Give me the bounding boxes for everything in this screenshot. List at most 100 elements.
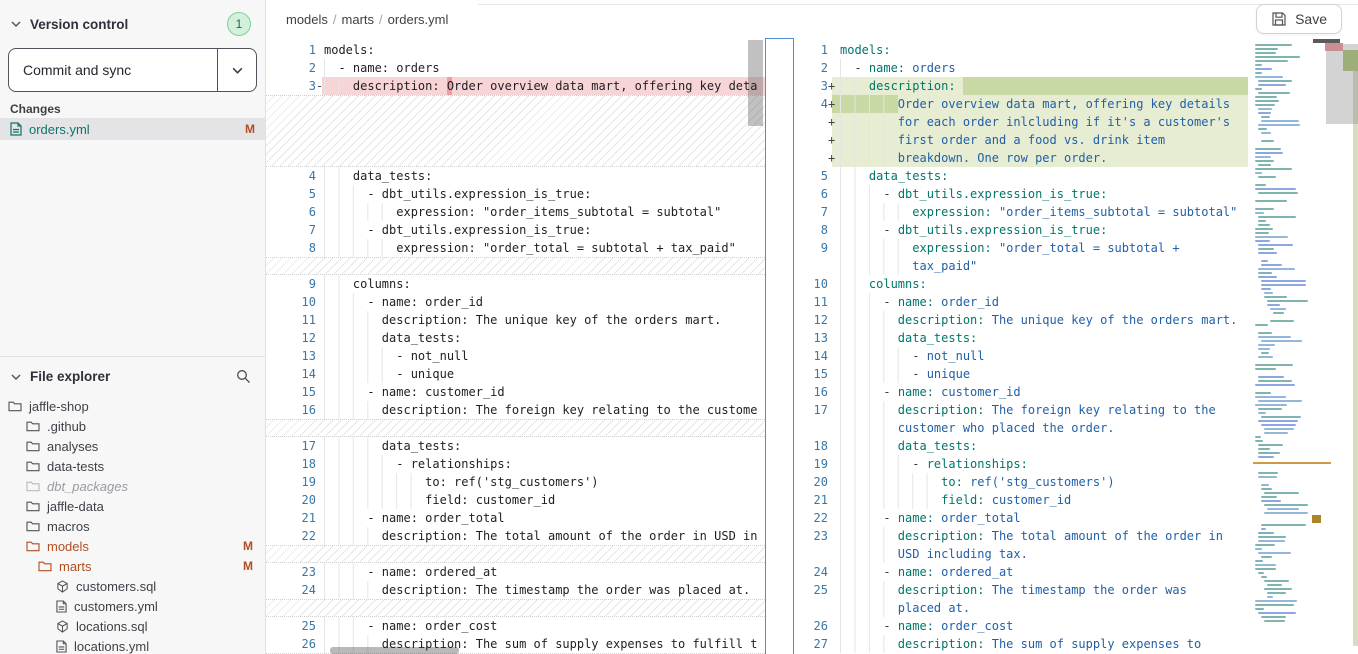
minimap[interactable] (1253, 44, 1353, 644)
line-number-gutter: 20 (266, 491, 324, 509)
code-line[interactable]: 16 description: The foreign key relating… (266, 401, 765, 419)
code-line[interactable]: 11 description: The unique key of the or… (266, 311, 765, 329)
commit-and-sync-button[interactable]: Commit and sync (8, 48, 257, 92)
save-button-label: Save (1295, 11, 1327, 27)
save-button[interactable]: Save (1256, 4, 1342, 34)
line-number-gutter: 27 (795, 635, 837, 653)
line-number-gutter: 2 (266, 59, 324, 77)
code-line[interactable]: 23 - name: ordered_at (266, 563, 765, 581)
code-line[interactable]: 7 - dbt_utils.expression_is_true: (266, 221, 765, 239)
tree-item--github[interactable]: .github (0, 416, 265, 436)
code-line[interactable]: 21 - name: order_total (266, 509, 765, 527)
line-number-gutter: 12 (795, 311, 837, 329)
line-number-gutter: 17 (266, 437, 324, 455)
tree-item-analyses[interactable]: analyses (0, 436, 265, 456)
line-number-gutter: 5 (795, 167, 837, 185)
tree-item-macros[interactable]: macros (0, 516, 265, 536)
folder-icon (26, 420, 40, 432)
code-line[interactable]: 12 data_tests: (266, 329, 765, 347)
tree-item-label: macros (47, 519, 90, 534)
tree-item-label: models (47, 539, 89, 554)
code-line[interactable]: 10 - name: order_id (266, 293, 765, 311)
tree-item-locations-yml[interactable]: locations.yml (0, 636, 265, 654)
code-line[interactable]: 17 data_tests: (266, 437, 765, 455)
code-line[interactable]: 5 - dbt_utils.expression_is_true: (266, 185, 765, 203)
chevron-down-icon[interactable] (10, 18, 22, 30)
chevron-down-icon[interactable] (10, 371, 22, 383)
tree-item-label: dbt_packages (47, 479, 128, 494)
file-explorer: File explorer jaffle-shop.githubanalyses… (0, 356, 265, 654)
line-number-gutter: 19 (795, 455, 837, 473)
diff-sash[interactable] (765, 38, 794, 654)
code-line[interactable]: 4 data_tests: (266, 167, 765, 185)
line-number-gutter: 26 (795, 617, 837, 635)
changed-file-row[interactable]: orders.yml M (0, 118, 265, 140)
code-line[interactable]: 20 field: customer_id (266, 491, 765, 509)
code-line[interactable]: 26 description: The sum of supply expens… (266, 635, 765, 653)
code-line[interactable]: 8 expression: "order_total = subtotal + … (266, 239, 765, 257)
line-number-gutter: 9 (266, 275, 324, 293)
search-icon[interactable] (236, 369, 251, 384)
line-number-gutter (795, 599, 837, 617)
minimap-scroll-thumb[interactable] (1313, 39, 1340, 43)
line-number-gutter: 25 (266, 617, 324, 635)
save-floppy-icon (1271, 11, 1287, 27)
diff-spacer (266, 95, 765, 167)
line-number-gutter: 12 (266, 329, 324, 347)
code-line[interactable]: 19 to: ref('stg_customers') (266, 473, 765, 491)
tree-item-locations-sql[interactable]: locations.sql (0, 616, 265, 636)
sidebar: Version control 1 Commit and sync Change… (0, 0, 266, 654)
line-number-gutter: 18 (795, 437, 837, 455)
tree-item-data-tests[interactable]: data-tests (0, 456, 265, 476)
tree-item-jaffle-data[interactable]: jaffle-data (0, 496, 265, 516)
line-number-gutter: 1 (266, 41, 324, 59)
editor-topbar: models/marts/orders.yml Save (266, 0, 1358, 38)
tree-item-marts[interactable]: martsM (0, 556, 265, 576)
breadcrumb-item[interactable]: models (286, 12, 328, 27)
tree-item-customers-sql[interactable]: customers.sql (0, 576, 265, 596)
line-number-gutter: + (795, 113, 837, 131)
tree-item-models[interactable]: modelsM (0, 536, 265, 556)
folder-icon (26, 480, 40, 492)
tree-item-customers-yml[interactable]: customers.yml (0, 596, 265, 616)
file-icon (10, 122, 22, 136)
line-number-gutter: 15 (266, 383, 324, 401)
diff-spacer (266, 599, 765, 617)
code-line[interactable]: 6 expression: "order_items_subtotal = su… (266, 203, 765, 221)
code-line[interactable]: 25 - name: order_cost (266, 617, 765, 635)
code-line[interactable]: 24 description: The timestamp the order … (266, 581, 765, 599)
line-number-gutter: + (795, 131, 837, 149)
line-number-gutter: 8 (266, 239, 324, 257)
line-number-gutter: 8 (795, 221, 837, 239)
chevron-down-icon[interactable] (218, 49, 256, 91)
code-line[interactable]: 22 description: The total amount of the … (266, 527, 765, 545)
code-line[interactable]: 15 - name: customer_id (266, 383, 765, 401)
code-line[interactable]: 2 - name: orders (266, 59, 765, 77)
code-line[interactable]: 9 columns: (266, 275, 765, 293)
file-explorer-title: File explorer (30, 369, 228, 384)
line-number-gutter: 1 (795, 41, 837, 59)
line-number-gutter: 19 (266, 473, 324, 491)
code-line[interactable]: 18 - relationships: (266, 455, 765, 473)
diff-spacer (266, 545, 765, 563)
code-line[interactable]: 3- description: Order overview data mart… (266, 77, 765, 95)
line-number-gutter: 6 (795, 185, 837, 203)
tree-item-jaffle-shop[interactable]: jaffle-shop (0, 396, 265, 416)
breadcrumb-item[interactable]: marts (342, 12, 375, 27)
model-icon (56, 620, 69, 633)
line-number-gutter: 3+ (795, 77, 837, 95)
commit-and-sync-label: Commit and sync (9, 49, 217, 91)
diff-original-pane[interactable]: 1models:2 - name: orders3- description: … (266, 38, 765, 654)
tree-item-dbt-packages[interactable]: dbt_packages (0, 476, 265, 496)
file-explorer-header: File explorer (0, 357, 265, 390)
code-line[interactable]: 14 - unique (266, 365, 765, 383)
modified-status-badge: M (243, 559, 253, 573)
line-number-gutter: 3- (266, 77, 324, 95)
editor-area: models/marts/orders.yml Save 1models:2 -… (266, 0, 1358, 654)
breadcrumb-separator: / (374, 12, 388, 27)
code-line[interactable]: 13 - not_null (266, 347, 765, 365)
line-number-gutter: 21 (795, 491, 837, 509)
breadcrumb-item[interactable]: orders.yml (388, 12, 449, 27)
version-control-header: Version control 1 (0, 0, 265, 36)
code-line[interactable]: 1models: (266, 41, 765, 59)
